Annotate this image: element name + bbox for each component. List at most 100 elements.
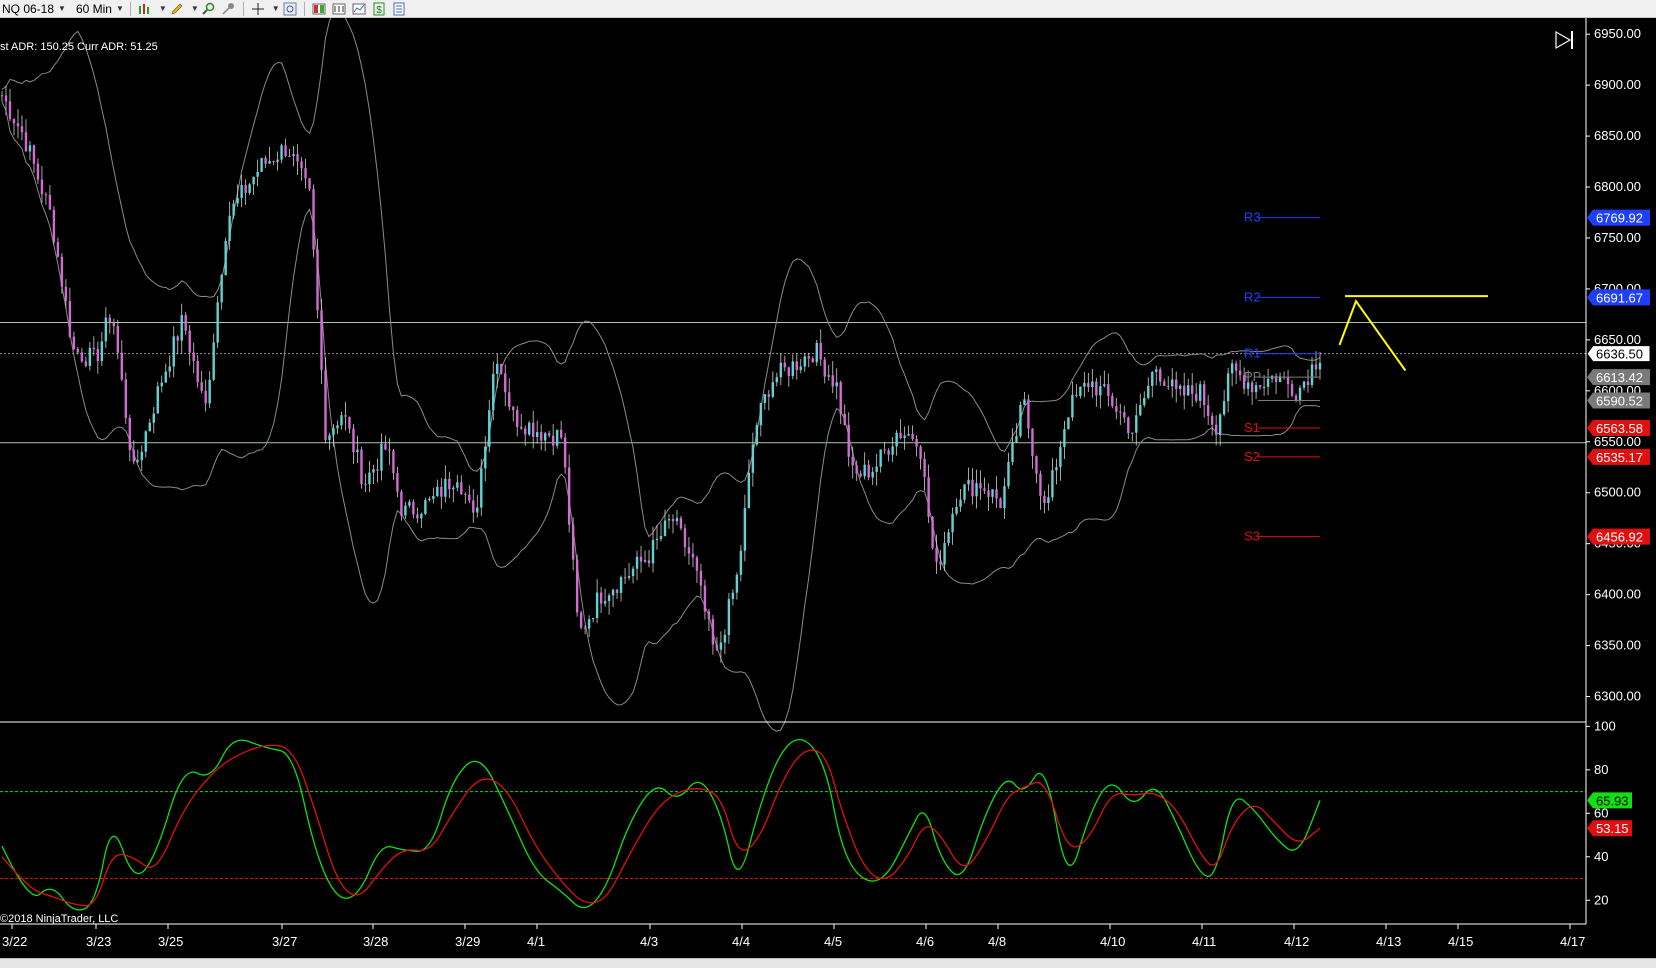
up-candle	[943, 543, 946, 565]
down-candle	[364, 483, 367, 485]
strategy-icon	[332, 3, 346, 14]
down-candle	[547, 433, 551, 436]
price-tag-value: 6456.92	[1596, 530, 1643, 545]
interval-selector[interactable]: 60 Min ▼	[74, 0, 126, 18]
down-candle	[859, 473, 862, 477]
up-candle	[1071, 394, 1074, 418]
up-candle	[408, 501, 411, 506]
dollar-button[interactable]: $	[370, 1, 388, 17]
up-candle	[1310, 364, 1314, 386]
price-tick-label: 6650.00	[1594, 332, 1641, 347]
down-candle	[923, 459, 926, 478]
bar-chart-button[interactable]	[136, 1, 154, 17]
go-to-end-button[interactable]	[1550, 28, 1576, 52]
price-tag: 6535.17	[1587, 448, 1650, 465]
price-tick-label: 6550.00	[1594, 434, 1641, 449]
down-candle	[468, 494, 471, 501]
down-candle	[1111, 395, 1114, 407]
down-candle	[504, 373, 507, 393]
down-candle	[851, 456, 854, 466]
instrument-selector[interactable]: NQ 06-18 ▼	[0, 0, 68, 18]
down-candle	[204, 390, 207, 404]
down-candle	[867, 464, 870, 478]
price-tag-value: 6636.50	[1596, 347, 1643, 362]
down-candle	[599, 592, 603, 604]
drawing-tools-button[interactable]	[168, 1, 186, 17]
down-candle	[264, 157, 267, 164]
price-tag-value: 6590.52	[1596, 393, 1643, 408]
up-candle	[1131, 432, 1134, 434]
svg-text:$: $	[376, 5, 382, 16]
up-candle	[947, 532, 950, 544]
up-candle	[1059, 446, 1062, 468]
down-candle	[324, 370, 327, 441]
down-candle	[887, 450, 890, 455]
properties-button[interactable]	[390, 1, 408, 17]
price-tag: 6456.92	[1587, 528, 1650, 545]
down-candle	[500, 363, 503, 374]
price-tag: 6636.50	[1586, 345, 1651, 363]
chart-canvas[interactable]: R3R2R1PPS1S2S3 6300.006350.006400.006450…	[0, 18, 1656, 958]
data-box-icon	[352, 3, 366, 14]
price-tag: 6691.67	[1587, 289, 1650, 306]
toolbar-separator	[129, 1, 131, 16]
stoch-tick-label: 100	[1594, 718, 1616, 733]
down-candle	[1238, 370, 1242, 376]
price-tick-label: 6800.00	[1594, 179, 1641, 194]
up-candle	[1019, 404, 1022, 437]
up-candle	[975, 483, 978, 497]
up-candle	[743, 508, 747, 551]
pivot-label: S3	[1244, 529, 1260, 544]
up-candle	[775, 377, 779, 383]
up-candle	[763, 394, 767, 403]
up-candle	[280, 145, 283, 160]
down-candle	[384, 443, 387, 450]
chevron-down-icon[interactable]: ▼	[191, 4, 199, 13]
up-candle	[224, 240, 227, 276]
up-candle	[1091, 381, 1094, 388]
data-box-button[interactable]	[350, 1, 368, 17]
up-candle	[484, 446, 487, 469]
down-candle	[919, 446, 922, 460]
down-candle	[551, 435, 555, 446]
up-candle	[759, 402, 763, 426]
up-candle	[1103, 384, 1106, 387]
down-candle	[516, 410, 519, 427]
up-candle	[771, 382, 775, 397]
pivot-label: R1	[1244, 346, 1261, 361]
order-entry-button[interactable]	[310, 1, 328, 17]
down-candle	[0, 95, 4, 97]
up-candle	[871, 471, 874, 478]
chevron-down-icon[interactable]: ▼	[159, 4, 167, 13]
magnifier-button[interactable]	[281, 1, 299, 17]
up-candle	[1135, 415, 1138, 433]
x-tick-label: 3/28	[363, 934, 388, 949]
down-candle	[1306, 381, 1310, 386]
down-candle	[1119, 411, 1122, 413]
down-candle	[1206, 405, 1210, 416]
order-entry-icon	[312, 3, 326, 14]
instrument-label: NQ 06-18	[2, 1, 55, 16]
up-candle	[156, 386, 159, 414]
up-candle	[1198, 384, 1202, 401]
up-candle	[1083, 382, 1086, 387]
strategy-button[interactable]	[330, 1, 348, 17]
down-candle	[539, 432, 543, 441]
down-candle	[1183, 385, 1186, 396]
toolbar-separator	[303, 1, 305, 16]
up-candle	[136, 460, 139, 462]
crosshair-icon	[251, 2, 264, 15]
up-candle	[480, 468, 483, 508]
adr-label: st ADR: 150.25 Curr ADR: 51.25	[0, 41, 158, 53]
up-candle	[735, 574, 739, 593]
down-candle	[416, 514, 419, 519]
down-candle	[1039, 473, 1042, 496]
price-tick-label: 6900.00	[1594, 77, 1641, 92]
chevron-down-icon[interactable]: ▼	[272, 4, 280, 13]
up-candle	[1218, 414, 1222, 435]
down-candle	[847, 424, 850, 457]
zoom-in-button[interactable]	[200, 1, 218, 17]
down-candle	[715, 644, 719, 650]
pin-button[interactable]	[220, 1, 238, 17]
crosshair-button[interactable]	[249, 1, 267, 17]
